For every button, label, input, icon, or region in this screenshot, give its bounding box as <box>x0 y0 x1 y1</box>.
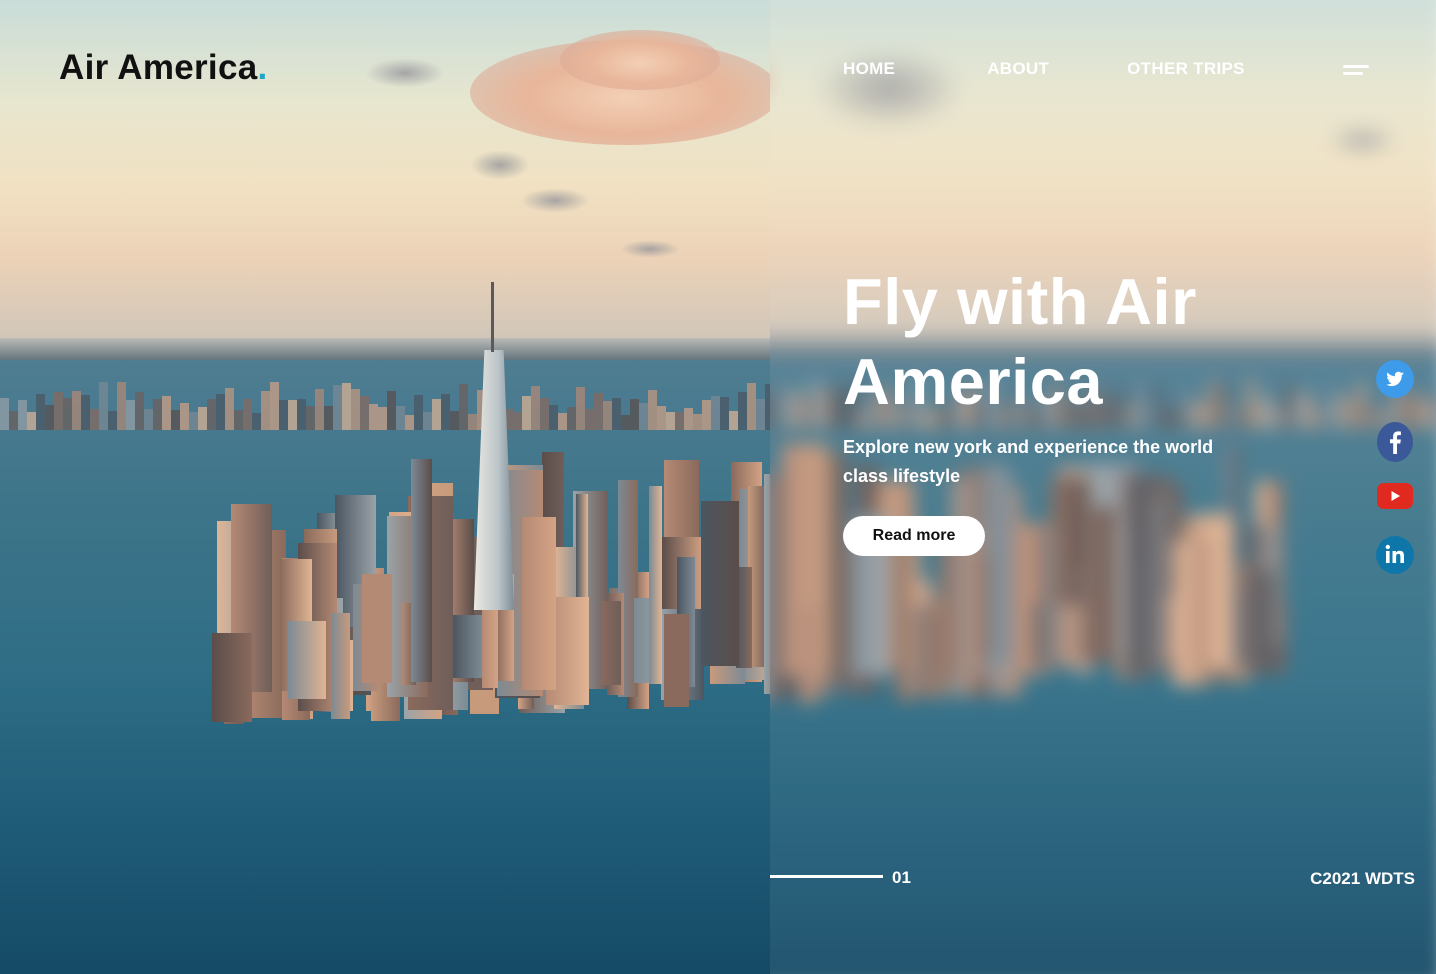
nav-home[interactable]: HOME <box>843 59 895 79</box>
slide-number: 01 <box>892 868 911 887</box>
hero-photo <box>0 0 770 974</box>
nav-other-trips[interactable]: OTHER TRIPS <box>1127 59 1245 79</box>
hero-title: Fly with Air America <box>843 265 1197 418</box>
nav-about[interactable]: ABOUT <box>987 59 1049 79</box>
youtube-icon[interactable] <box>1376 482 1414 512</box>
read-more-button[interactable]: Read more <box>843 516 985 556</box>
linkedin-icon[interactable] <box>1376 536 1414 574</box>
hero-subtitle: Explore new york and experience the worl… <box>843 437 1214 486</box>
copyright-text: C2021 WDTS <box>1310 869 1415 888</box>
slide-progress-bar <box>770 875 883 878</box>
brand-dot: . <box>257 48 268 87</box>
facebook-icon[interactable] <box>1376 421 1414 462</box>
brand-name: Air America <box>59 48 258 87</box>
social-links <box>1376 360 1414 597</box>
main-nav: HOME ABOUT OTHER TRIPS <box>843 59 1337 79</box>
landing-page: Air America. HOME ABOUT OTHER TRIPS Fly … <box>0 0 1436 974</box>
hamburger-menu-icon[interactable] <box>1343 65 1369 79</box>
brand-logo[interactable]: Air America. <box>59 48 268 88</box>
twitter-icon[interactable] <box>1376 360 1414 398</box>
